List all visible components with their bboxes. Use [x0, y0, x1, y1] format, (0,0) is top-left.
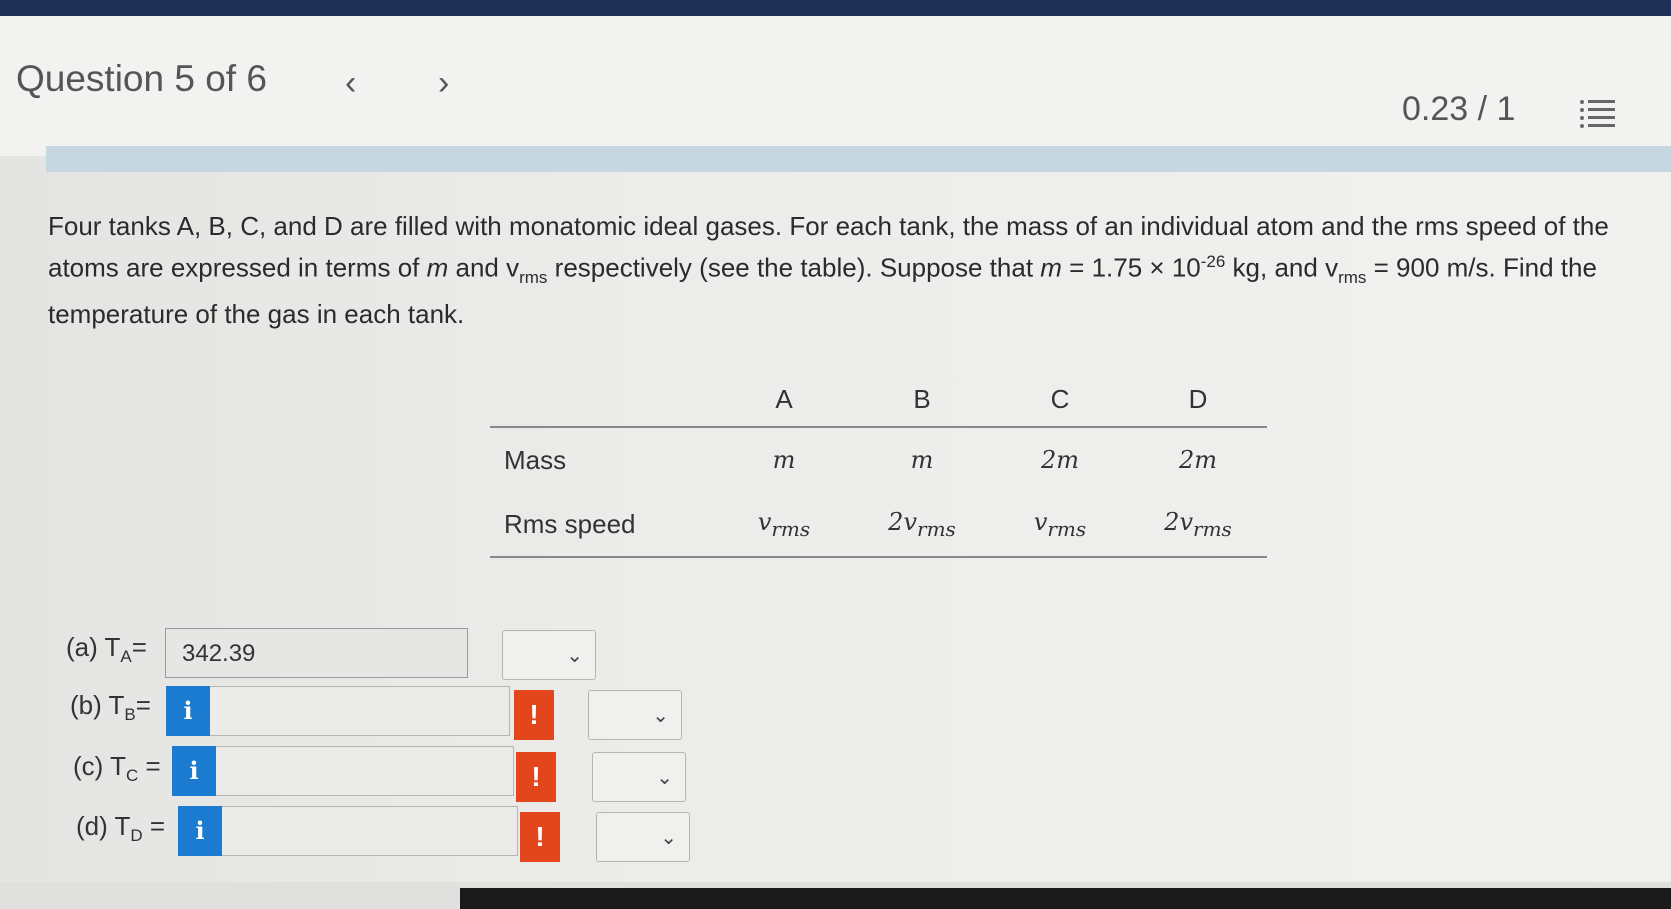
- answer-d-warning-icon: !: [520, 812, 560, 862]
- answer-c-unit-select[interactable]: ⌄: [592, 752, 686, 802]
- mass-c: 2m: [1040, 446, 1080, 474]
- answer-b-unit-select[interactable]: ⌄: [588, 690, 682, 740]
- column-header-b: B: [913, 383, 931, 414]
- row-label-mass: Mass: [504, 444, 567, 475]
- chevron-down-icon: ⌄: [660, 827, 677, 849]
- mass-d: 2m: [1178, 446, 1218, 474]
- answer-c-label: (c) TC =: [73, 751, 161, 786]
- answer-d-unit-select[interactable]: ⌄: [596, 812, 690, 862]
- previous-question-button[interactable]: ‹: [345, 64, 356, 103]
- chevron-down-icon: ⌄: [652, 705, 669, 727]
- table-row-mass: Mass m m 2m 2m: [490, 427, 1267, 492]
- answer-d-info-icon[interactable]: i: [178, 806, 222, 856]
- answer-b-label: (b) TB=: [70, 690, 151, 725]
- column-header-c: C: [1050, 383, 1070, 414]
- chevron-down-icon: ⌄: [566, 645, 583, 667]
- answer-c-warning-icon: !: [516, 752, 556, 802]
- answer-d-input[interactable]: [222, 806, 518, 856]
- problem-statement: Four tanks A, B, C, and D are filled wit…: [48, 211, 1609, 329]
- mass-b: m: [910, 446, 934, 474]
- question-title: Question 5 of 6: [16, 58, 267, 99]
- table-row-rms-speed: Rms speed vrms 2vrms vrms 2vrms: [490, 492, 1267, 557]
- taskbar: [460, 888, 1671, 909]
- speed-c: vrms: [1033, 507, 1087, 541]
- row-label-rms-speed: Rms speed: [504, 508, 636, 539]
- column-header-a: A: [775, 383, 793, 414]
- question-score: 0.23 / 1: [1402, 90, 1516, 128]
- answer-d-label: (d) TD =: [76, 811, 166, 846]
- answer-a-input[interactable]: 342.39: [165, 628, 468, 678]
- header-divider-band: [46, 146, 1671, 172]
- speed-a: vrms: [757, 507, 811, 541]
- chevron-down-icon: ⌄: [656, 767, 673, 789]
- question-list-icon[interactable]: [1578, 98, 1616, 130]
- column-header-d: D: [1188, 383, 1208, 414]
- answer-c-input[interactable]: [216, 746, 514, 796]
- speed-b: 2vrms: [888, 507, 956, 541]
- speed-d: 2vrms: [1164, 507, 1232, 541]
- tanks-table: A B C D Mass m m 2m 2m Rms speed vrms 2v…: [490, 372, 1267, 558]
- answer-a-label: (a) TA=: [66, 632, 147, 667]
- answer-b-warning-icon: !: [514, 690, 554, 740]
- mass-a: m: [772, 446, 796, 474]
- answer-c-info-icon[interactable]: i: [172, 746, 216, 796]
- answer-b-info-icon[interactable]: i: [166, 686, 210, 736]
- answer-b-input[interactable]: [210, 686, 510, 736]
- next-question-button[interactable]: ›: [438, 64, 449, 103]
- answer-a-unit-select[interactable]: ⌄: [502, 630, 596, 680]
